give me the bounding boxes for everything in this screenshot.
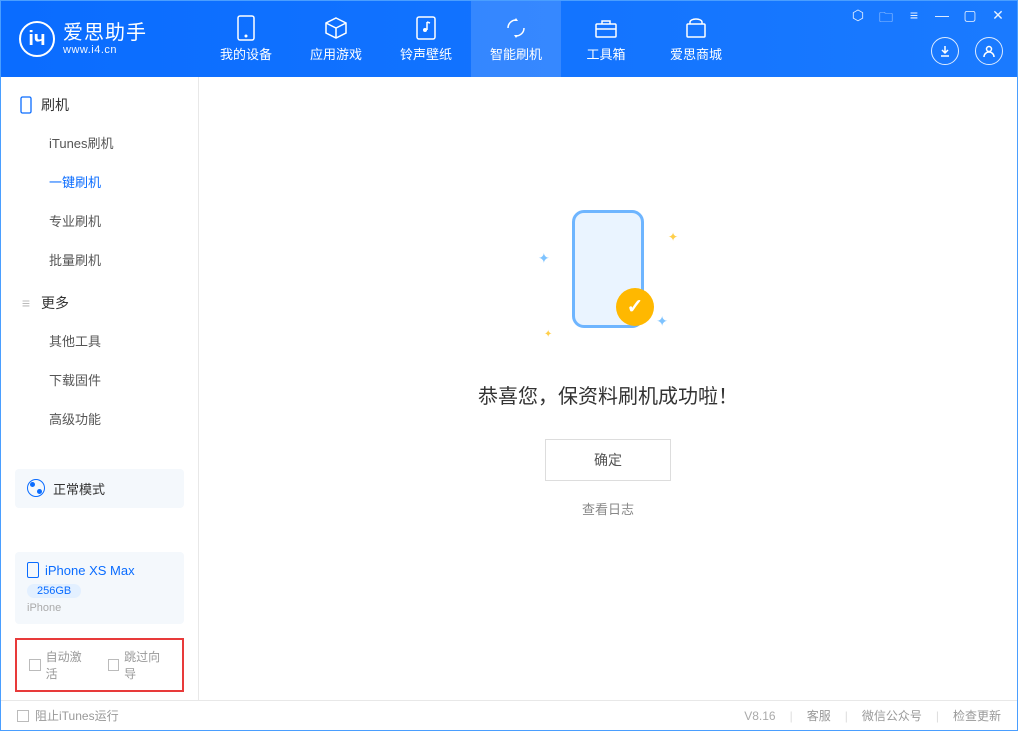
tab-apps-games[interactable]: 应用游戏 — [291, 1, 381, 77]
user-button[interactable] — [975, 37, 1003, 65]
toolbox-icon — [594, 16, 618, 40]
sidebar-item-download-firmware[interactable]: 下载固件 — [1, 360, 198, 399]
footer-link-update[interactable]: 检查更新 — [953, 707, 1001, 724]
tab-my-device[interactable]: 我的设备 — [201, 1, 291, 77]
tab-label: 应用游戏 — [310, 44, 362, 63]
checkbox-label: 阻止iTunes运行 — [35, 707, 119, 724]
logo-icon: iч — [19, 21, 55, 57]
sparkle-icon: ✦ — [544, 329, 552, 340]
sidebar: 刷机 iTunes刷机 一键刷机 专业刷机 批量刷机 ≡ 更多 其他工具 下载固… — [1, 77, 199, 700]
app-header: iч 爱思助手 www.i4.cn 我的设备 应用游戏 铃声壁纸 智能刷机 工具… — [1, 1, 1017, 77]
section-title: 刷机 — [41, 95, 69, 115]
footer-link-wechat[interactable]: 微信公众号 — [862, 707, 922, 724]
sidebar-item-batch-flash[interactable]: 批量刷机 — [1, 240, 198, 279]
phone-icon — [19, 96, 33, 114]
section-title: 更多 — [41, 293, 69, 313]
mode-icon — [27, 479, 45, 497]
checkbox-icon — [17, 710, 29, 722]
version-label: V8.16 — [744, 709, 775, 723]
close-button[interactable]: ✕ — [989, 7, 1007, 31]
sidebar-section-flash: 刷机 — [1, 77, 198, 123]
logo-area: iч 爱思助手 www.i4.cn — [1, 21, 201, 57]
sparkle-icon: ✦ — [538, 250, 550, 267]
options-highlighted-row: 自动激活 跳过向导 — [15, 638, 184, 692]
tab-label: 爱思商城 — [670, 44, 722, 63]
store-icon — [684, 16, 708, 40]
device-name: iPhone XS Max — [45, 563, 135, 578]
refresh-icon — [504, 16, 528, 40]
app-title: 爱思助手 — [63, 22, 147, 44]
separator: | — [845, 709, 848, 723]
device-type: iPhone — [27, 602, 172, 614]
body-area: 刷机 iTunes刷机 一键刷机 专业刷机 批量刷机 ≡ 更多 其他工具 下载固… — [1, 77, 1017, 700]
sparkle-icon: ✦ — [668, 230, 678, 244]
separator: | — [936, 709, 939, 723]
tab-label: 工具箱 — [586, 44, 625, 63]
menu-icon[interactable]: ≡ — [905, 7, 923, 31]
view-log-link[interactable]: 查看日志 — [582, 499, 634, 518]
tab-label: 铃声壁纸 — [400, 44, 452, 63]
separator: | — [790, 709, 793, 723]
sidebar-item-advanced[interactable]: 高级功能 — [1, 399, 198, 438]
tab-label: 我的设备 — [220, 44, 272, 63]
tab-label: 智能刷机 — [490, 44, 542, 63]
footer-right: V8.16 | 客服 | 微信公众号 | 检查更新 — [744, 707, 1001, 724]
device-name-row: iPhone XS Max — [27, 562, 172, 578]
logo-text: 爱思助手 www.i4.cn — [63, 22, 147, 56]
app-subtitle: www.i4.cn — [63, 44, 147, 56]
device-mode-box[interactable]: 正常模式 — [15, 469, 184, 508]
shirt-icon[interactable]: ⬡ — [849, 7, 867, 31]
nav-tabs: 我的设备 应用游戏 铃声壁纸 智能刷机 工具箱 爱思商城 — [201, 1, 741, 77]
checkbox-label: 跳过向导 — [124, 648, 170, 682]
phone-icon — [27, 562, 39, 578]
maximize-button[interactable]: ▢ — [961, 7, 979, 31]
sidebar-item-other-tools[interactable]: 其他工具 — [1, 321, 198, 360]
footer: 阻止iTunes运行 V8.16 | 客服 | 微信公众号 | 检查更新 — [1, 700, 1017, 730]
checkbox-skip-guide[interactable]: 跳过向导 — [108, 648, 171, 682]
tab-ringtones-wallpapers[interactable]: 铃声壁纸 — [381, 1, 471, 77]
header-actions — [931, 37, 1003, 65]
confirm-button[interactable]: 确定 — [545, 439, 671, 481]
checkbox-auto-activate[interactable]: 自动激活 — [29, 648, 92, 682]
device-info-box[interactable]: iPhone XS Max 256GB iPhone — [15, 552, 184, 624]
sparkle-icon: ✦ — [656, 313, 668, 330]
checkbox-label: 自动激活 — [46, 648, 92, 682]
device-icon — [234, 16, 258, 40]
list-icon: ≡ — [19, 294, 33, 312]
cube-icon — [324, 16, 348, 40]
sidebar-section-more: ≡ 更多 — [1, 279, 198, 321]
lock-icon[interactable]: 🗀 — [877, 7, 895, 31]
checkbox-icon — [29, 659, 41, 671]
minimize-button[interactable]: — — [933, 7, 951, 31]
checkbox-block-itunes[interactable]: 阻止iTunes运行 — [17, 707, 119, 724]
success-illustration: ✦ ✦ ✦ ✦ ✓ — [538, 200, 678, 350]
download-button[interactable] — [931, 37, 959, 65]
music-icon — [414, 16, 438, 40]
sidebar-item-oneclick-flash[interactable]: 一键刷机 — [1, 162, 198, 201]
success-check-icon: ✓ — [616, 288, 654, 326]
sidebar-item-pro-flash[interactable]: 专业刷机 — [1, 201, 198, 240]
window-controls: ⬡ 🗀 ≡ — ▢ ✕ — [849, 7, 1007, 31]
mode-label: 正常模式 — [53, 479, 105, 498]
checkbox-icon — [108, 659, 120, 671]
tab-store[interactable]: 爱思商城 — [651, 1, 741, 77]
footer-link-support[interactable]: 客服 — [807, 707, 831, 724]
tab-smart-flash[interactable]: 智能刷机 — [471, 1, 561, 77]
storage-badge: 256GB — [27, 584, 81, 598]
main-panel: ✦ ✦ ✦ ✦ ✓ 恭喜您，保资料刷机成功啦！ 确定 查看日志 — [199, 77, 1017, 700]
tab-toolbox[interactable]: 工具箱 — [561, 1, 651, 77]
success-message: 恭喜您，保资料刷机成功啦！ — [478, 380, 738, 409]
sidebar-item-itunes-flash[interactable]: iTunes刷机 — [1, 123, 198, 162]
